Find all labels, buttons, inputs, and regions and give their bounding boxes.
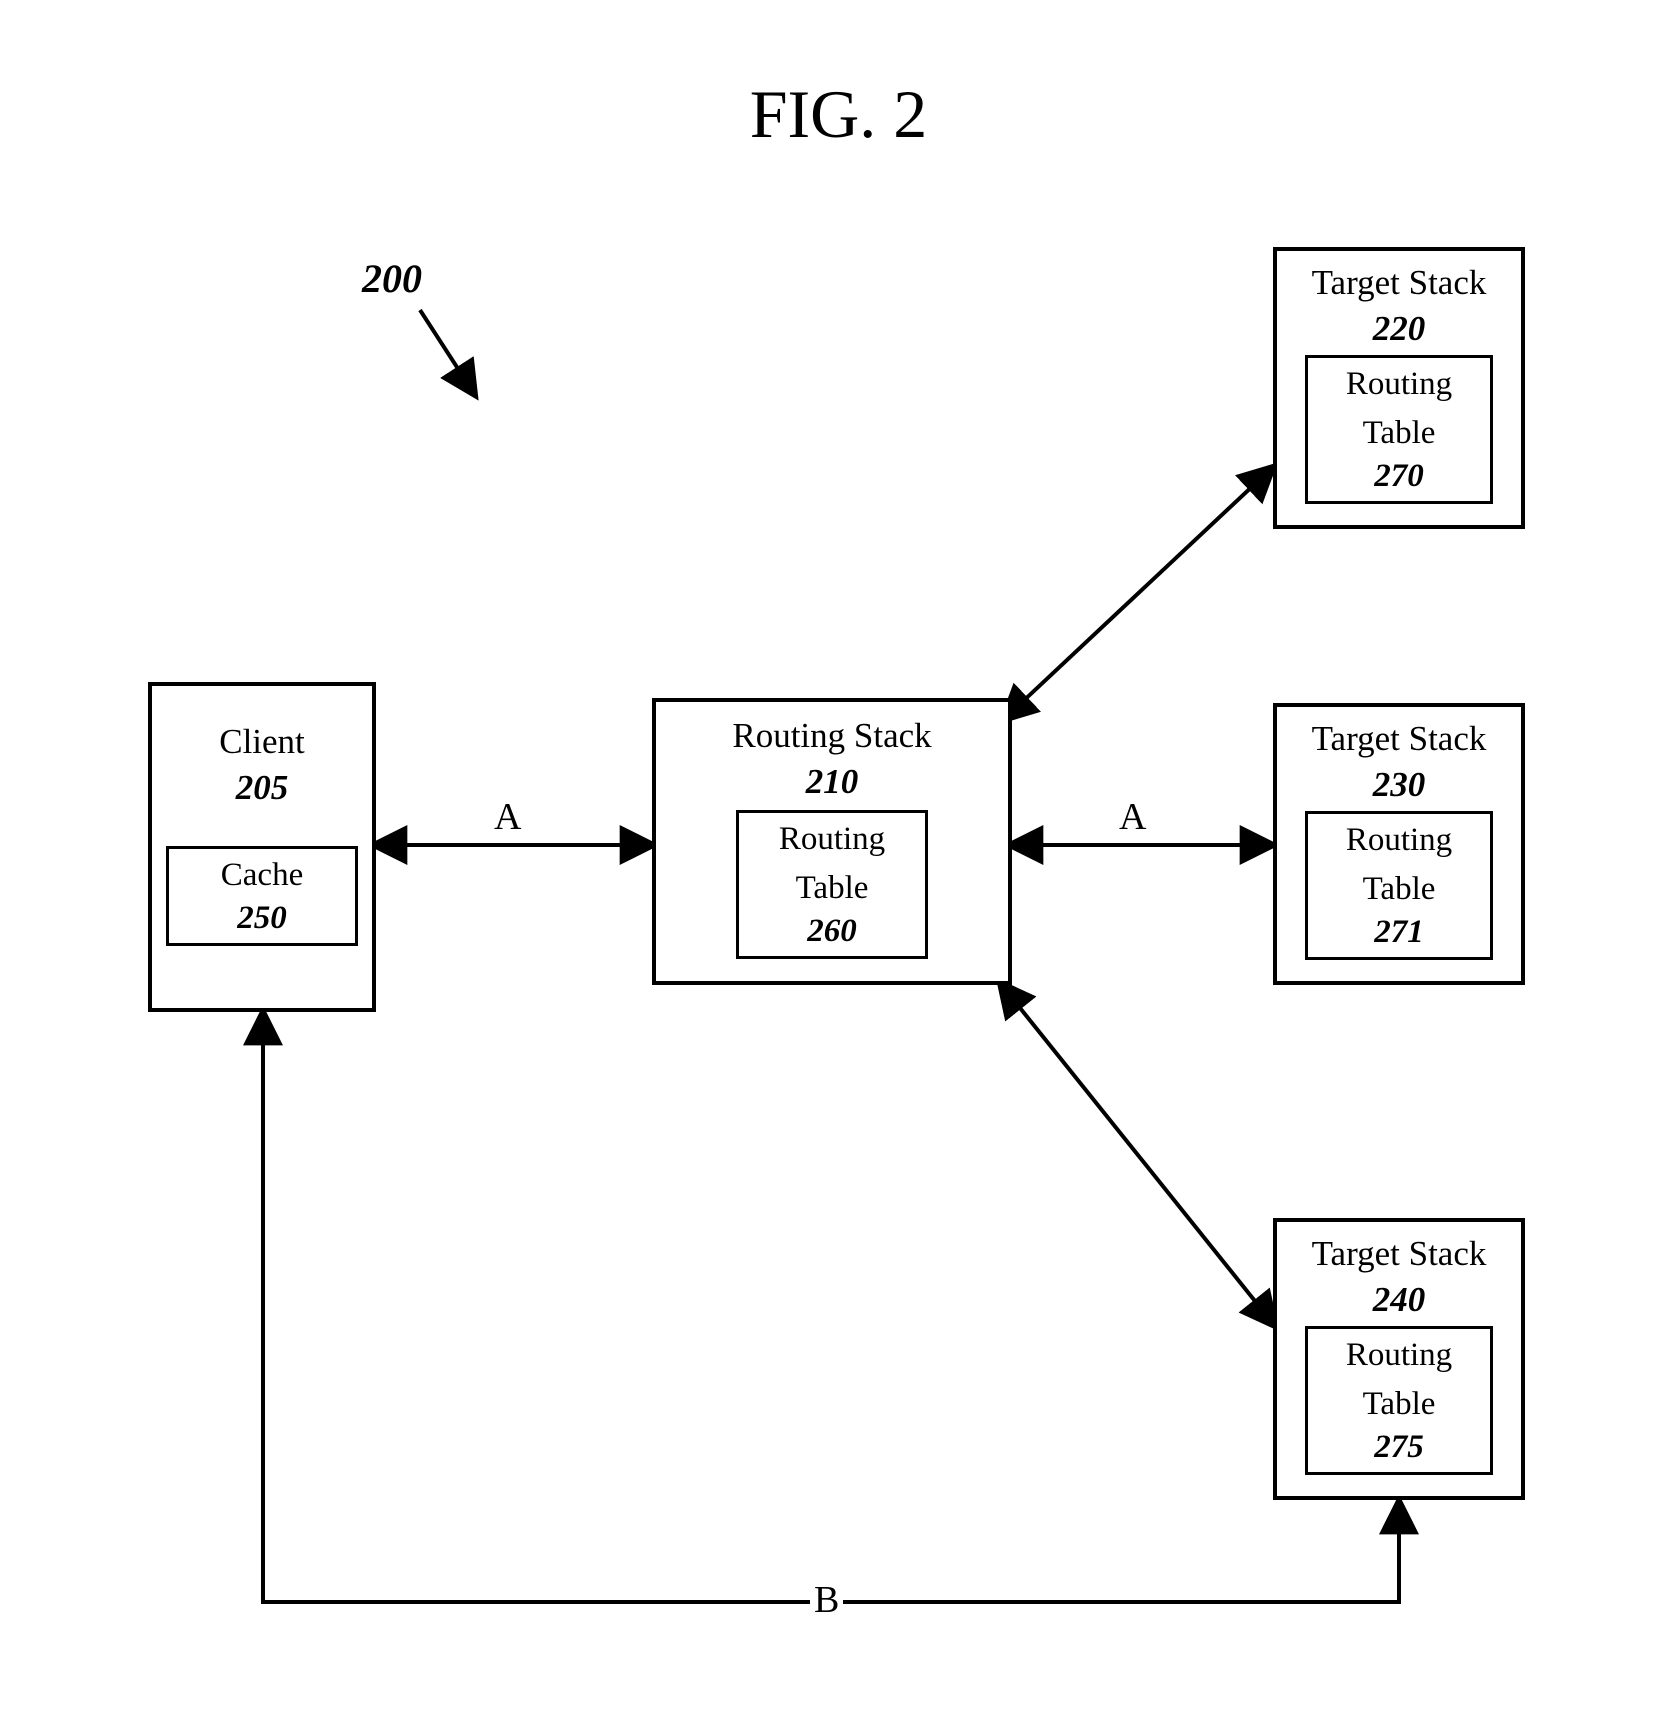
client-cache-label: Cache	[175, 851, 349, 900]
routing-table-num-260: 260	[745, 913, 919, 950]
routing-table-box-275: Routing Table 275	[1305, 1326, 1493, 1475]
target-230-num: 230	[1373, 765, 1426, 804]
routing-table-box-271: Routing Table 271	[1305, 811, 1493, 960]
routing-table-box-270: Routing Table 270	[1305, 355, 1493, 504]
target-stack-230-box: Target Stack 230 Routing Table 271	[1273, 703, 1525, 985]
routing-label: Routing Stack	[656, 710, 1008, 762]
routing-table-275-l1: Routing	[1314, 1331, 1484, 1380]
routing-table-label-260-l2: Table	[745, 864, 919, 913]
edge-label-a-left: A	[490, 795, 525, 839]
routing-num: 210	[806, 762, 859, 801]
routing-table-271-l1: Routing	[1314, 816, 1484, 865]
target-220-num: 220	[1373, 309, 1426, 348]
edge-label-b: B	[810, 1578, 843, 1622]
target-240-num: 240	[1373, 1280, 1426, 1319]
client-cache-box: Cache 250	[166, 846, 358, 946]
routing-table-275-num: 275	[1314, 1429, 1484, 1466]
routing-table-label-260-l1: Routing	[745, 815, 919, 864]
target-240-label: Target Stack	[1277, 1228, 1521, 1280]
client-box: Client 205 Cache 250	[148, 682, 376, 1012]
target-stack-240-box: Target Stack 240 Routing Table 275	[1273, 1218, 1525, 1500]
client-cache-num: 250	[175, 900, 349, 937]
routing-table-270-l2: Table	[1314, 409, 1484, 458]
routing-table-box-260: Routing Table 260	[736, 810, 928, 959]
routing-stack-box: Routing Stack 210 Routing Table 260	[652, 698, 1012, 985]
routing-table-275-l2: Table	[1314, 1380, 1484, 1429]
target-230-label: Target Stack	[1277, 713, 1521, 765]
routing-table-271-num: 271	[1314, 914, 1484, 951]
figure-ref-200: 200	[362, 255, 422, 302]
routing-table-270-num: 270	[1314, 458, 1484, 495]
client-num: 205	[236, 768, 289, 807]
target-stack-220-box: Target Stack 220 Routing Table 270	[1273, 247, 1525, 529]
routing-table-270-l1: Routing	[1314, 360, 1484, 409]
target-220-label: Target Stack	[1277, 257, 1521, 309]
client-label: Client	[152, 716, 372, 768]
edge-label-a-right: A	[1115, 795, 1150, 839]
routing-table-271-l2: Table	[1314, 865, 1484, 914]
